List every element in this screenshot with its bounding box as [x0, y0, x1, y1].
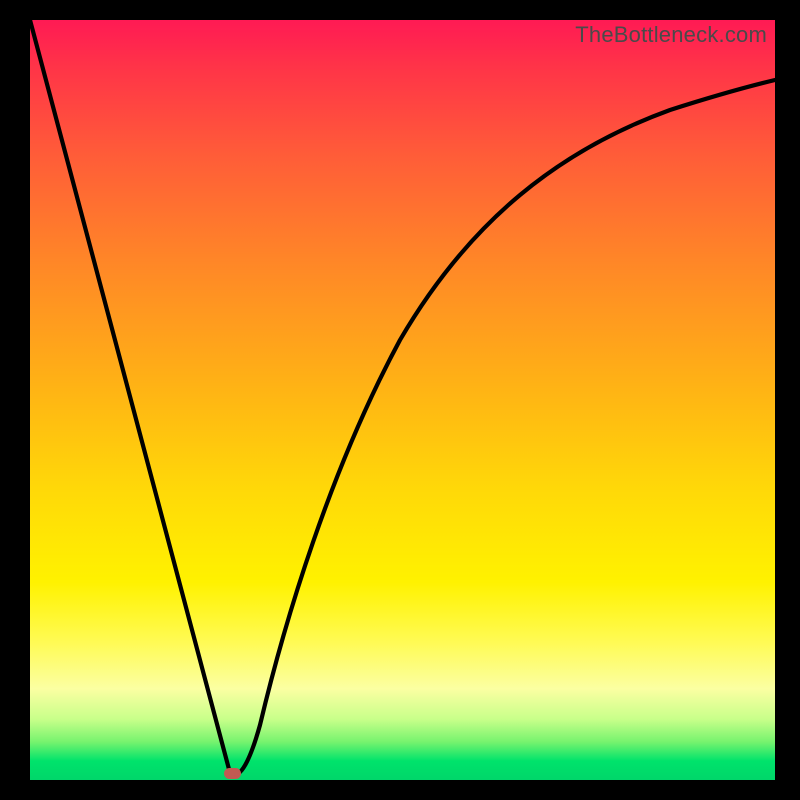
curve-path: [30, 20, 775, 775]
optimal-point-marker: [224, 768, 241, 779]
watermark-text: TheBottleneck.com: [575, 22, 767, 48]
chart-plot-area: TheBottleneck.com: [30, 20, 775, 780]
bottleneck-curve: [30, 20, 775, 780]
